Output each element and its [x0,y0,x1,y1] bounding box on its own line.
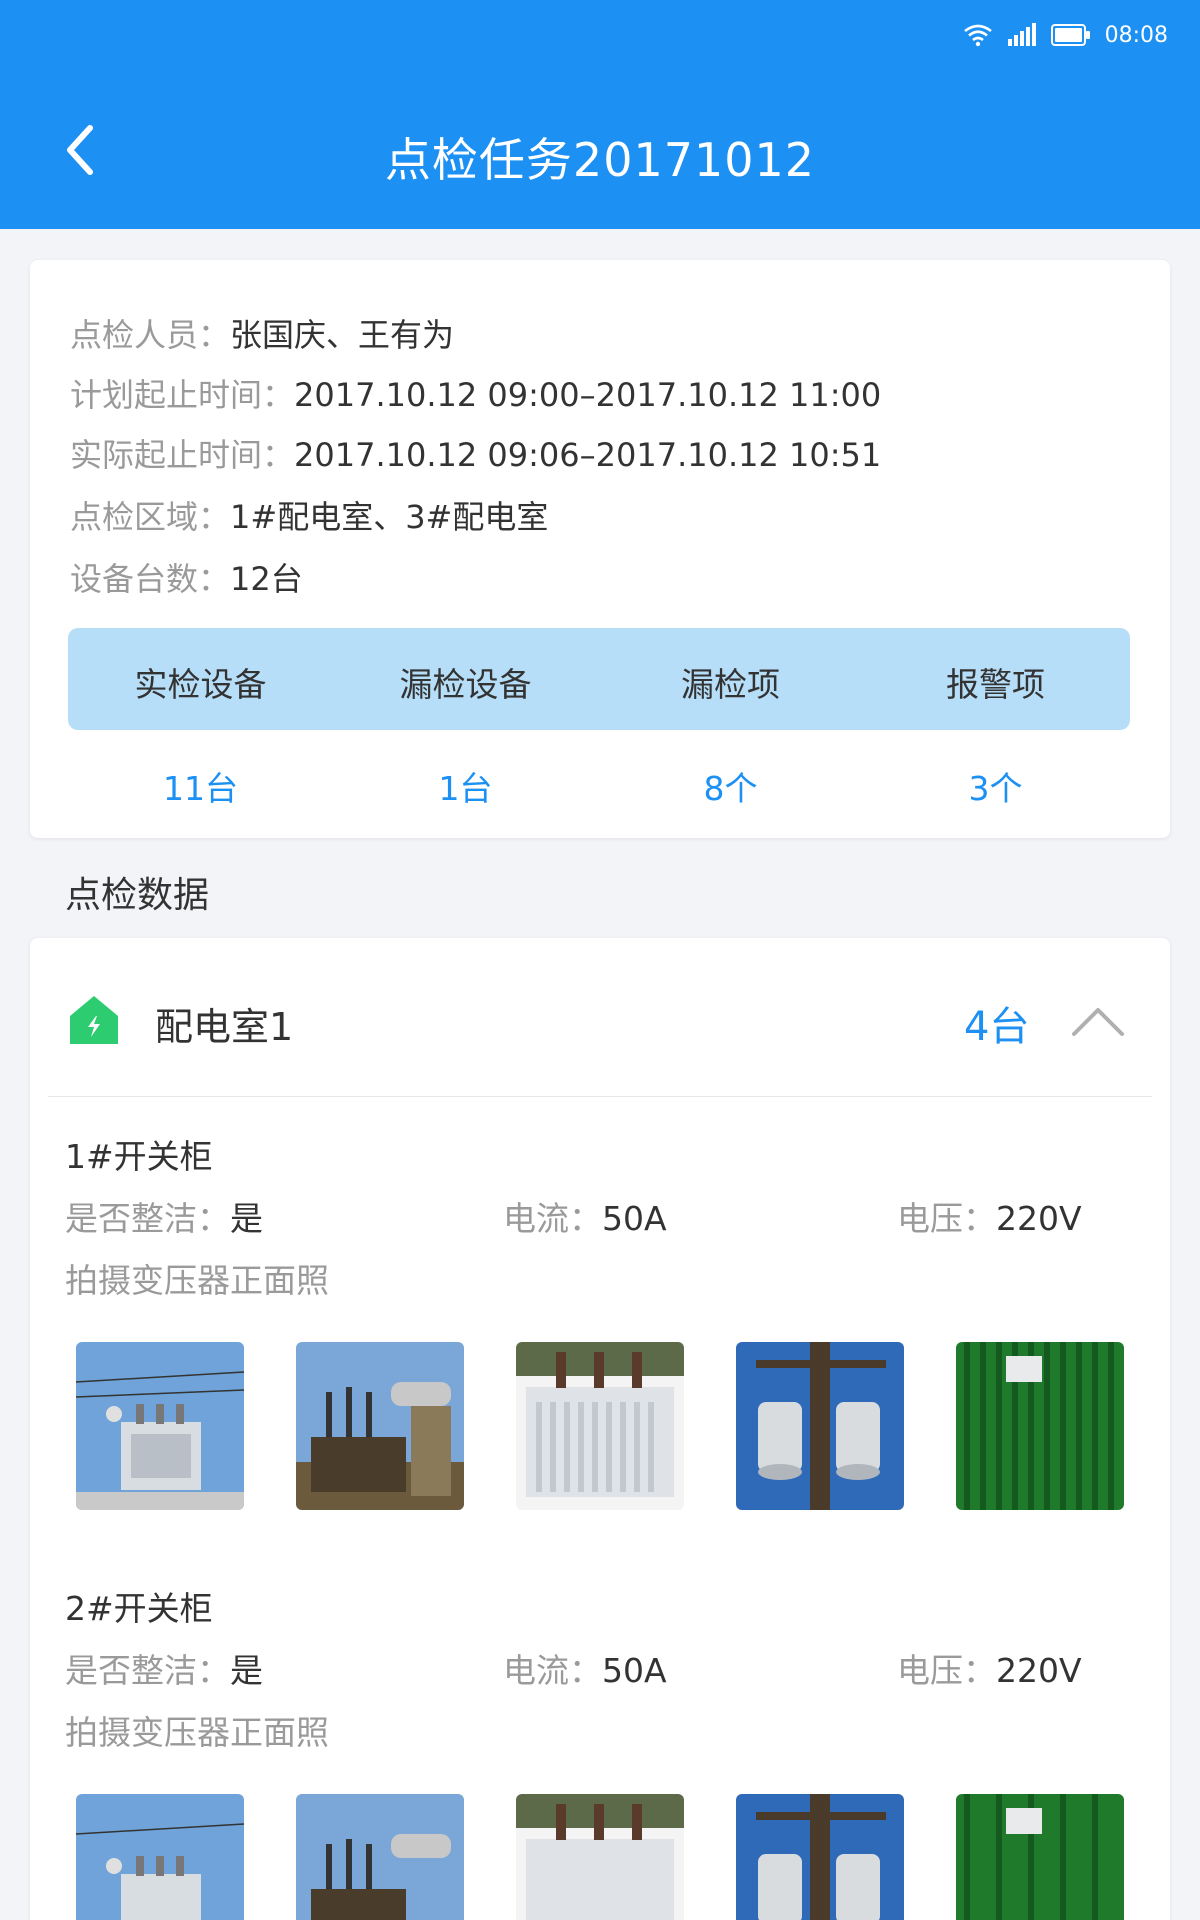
status-bar: 08:08 [963,18,1168,52]
current-value: 50A [602,1199,667,1238]
stats-header: 实检设备 漏检设备 漏检项 报警项 [68,628,1130,730]
substation-photo-thumbnail[interactable] [296,1342,464,1510]
transformer-photo-thumbnail[interactable] [516,1794,684,1920]
area-value: 1#配电室、3#配电室 [230,498,549,536]
voltage-value: 220V [996,1199,1082,1238]
device-count-value: 12台 [230,560,303,598]
pole-transformer-photo-thumbnail[interactable] [736,1794,904,1920]
inspectors-row: 点检人员：张国庆、王有为 [70,310,454,356]
stat-label-checked: 实检设备 [134,665,267,704]
inspectors-value: 张国庆、王有为 [230,316,455,354]
current-label: 电流： [503,1651,602,1690]
inspectors-label: 点检人员： [70,316,231,354]
device-name: 2#开关柜 [65,1589,213,1628]
app-header: 08:08 点检任务20171012 [0,0,1200,229]
actual-time-value: 2017.10.12 09:06–2017.10.12 10:51 [294,436,882,474]
room-name: 配电室1 [155,1005,294,1049]
photo-hint: 拍摄变压器正面照 [65,1713,329,1752]
green-cabinet-photo-thumbnail[interactable] [956,1342,1124,1510]
voltage-attr: 电压：220V [897,1644,1082,1692]
room-divider [48,1096,1152,1097]
transformer-photo-thumbnail[interactable] [516,1342,684,1510]
current-attr: 电流：50A [503,1644,667,1692]
stat-value-alarms[interactable]: 3个 [863,762,1128,810]
stat-value-missed-devices[interactable]: 1台 [333,762,598,810]
clean-attr: 是否整洁：是 [65,1644,263,1692]
stat-label-alarms: 报警项 [946,665,1045,704]
device-name: 1#开关柜 [65,1137,213,1176]
room-device-count: 4台 [964,1004,1030,1050]
chevron-up-icon[interactable] [1070,1002,1126,1038]
power-room-icon [70,996,118,1044]
status-time: 08:08 [1104,22,1168,48]
photo-hint: 拍摄变压器正面照 [65,1261,329,1300]
stat-value-missed-items[interactable]: 8个 [598,762,863,810]
device-count-row: 设备台数：12台 [70,554,303,600]
green-cabinet-photo-thumbnail[interactable] [956,1794,1124,1920]
actual-time-row: 实际起止时间：2017.10.12 09:06–2017.10.12 10:51 [70,430,881,476]
voltage-value: 220V [996,1651,1082,1690]
section-title: 点检数据 [65,875,210,916]
clean-value: 是 [230,1651,263,1690]
current-attr: 电流：50A [503,1192,667,1240]
voltage-label: 电压： [897,1199,996,1238]
clean-value: 是 [230,1199,263,1238]
voltage-attr: 电压：220V [897,1192,1082,1240]
current-value: 50A [602,1651,667,1690]
room-card: 配电室1 4台 1#开关柜 是否整洁：是 电流：50A 电压：220V 拍摄变压… [30,938,1170,1920]
room-header[interactable]: 配电室1 4台 [30,938,1170,1098]
planned-time-row: 计划起止时间：2017.10.12 09:00–2017.10.12 11:00 [70,370,881,416]
stat-label-missed-items: 漏检项 [681,665,780,704]
task-info-card: 点检人员：张国庆、王有为 计划起止时间：2017.10.12 09:00–201… [30,260,1170,838]
clean-label: 是否整洁： [65,1651,230,1690]
wifi-icon [963,24,992,47]
page-title: 点检任务20171012 [384,133,816,187]
stats-values: 11台 1台 8个 3个 [68,752,1130,812]
current-label: 电流： [503,1199,602,1238]
battery-icon [1050,24,1090,46]
stat-value-checked[interactable]: 11台 [68,762,333,810]
clean-label: 是否整洁： [65,1199,230,1238]
voltage-label: 电压： [897,1651,996,1690]
area-label: 点检区域： [70,498,231,536]
transformer-photo-thumbnail[interactable] [76,1794,244,1920]
clean-attr: 是否整洁：是 [65,1192,263,1240]
signal-icon [1007,23,1036,46]
planned-time-value: 2017.10.12 09:00–2017.10.12 11:00 [294,376,882,414]
stat-label-missed-devices: 漏检设备 [399,665,532,704]
transformer-photo-thumbnail[interactable] [76,1342,244,1510]
actual-time-label: 实际起止时间： [70,436,295,474]
substation-photo-thumbnail[interactable] [296,1794,464,1920]
planned-time-label: 计划起止时间： [70,376,295,414]
device-count-label: 设备台数： [70,560,231,598]
pole-transformer-photo-thumbnail[interactable] [736,1342,904,1510]
area-row: 点检区域：1#配电室、3#配电室 [70,492,548,538]
